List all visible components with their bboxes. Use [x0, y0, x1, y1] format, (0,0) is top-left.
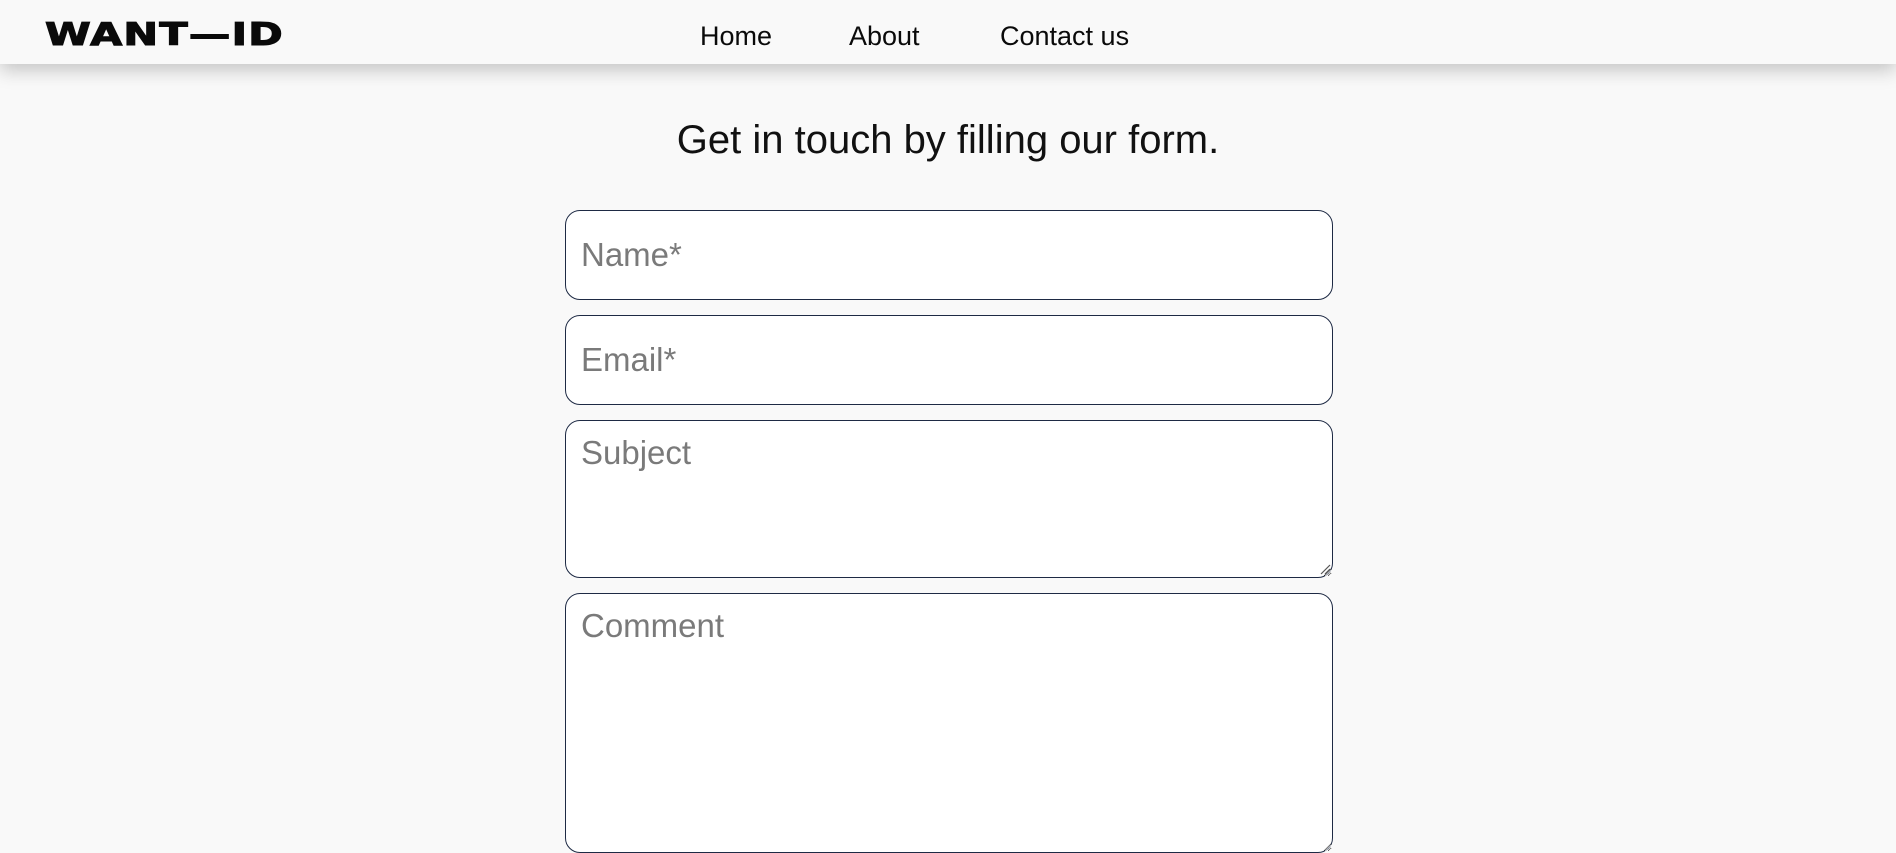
- page-heading: Get in touch by filling our form.: [676, 118, 1220, 162]
- site-header: WANT—ID Home About Contact us: [0, 0, 1896, 64]
- nav-home-link[interactable]: Home: [700, 18, 772, 54]
- email-input[interactable]: [565, 315, 1333, 405]
- subject-textarea[interactable]: [565, 420, 1333, 578]
- nav-contact-link[interactable]: Contact us: [1000, 18, 1129, 54]
- logo[interactable]: WANT—ID: [44, 19, 284, 51]
- comment-textarea[interactable]: [565, 593, 1333, 853]
- name-input[interactable]: [565, 210, 1333, 300]
- nav-about-link[interactable]: About: [849, 18, 920, 54]
